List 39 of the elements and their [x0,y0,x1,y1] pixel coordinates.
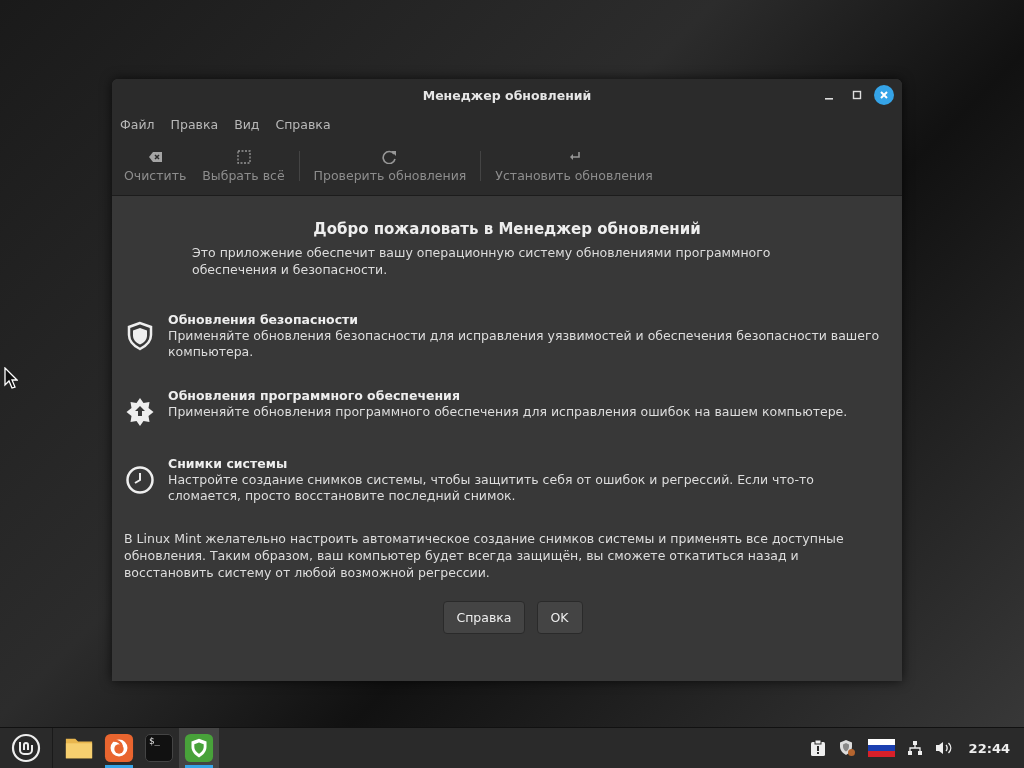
help-button[interactable]: Справка [443,601,525,634]
welcome-heading: Добро пожаловать в Менеджер обновлений [312,220,702,238]
shield-app-icon [184,733,214,763]
intro-text: Это приложение обеспечит вашу операционную систему обновлениями программного обеспечения и безопасности. [192,244,772,278]
feature-title: Обновления программного обеспечения [168,388,461,404]
maximize-icon [852,90,862,100]
menu-item[interactable]: Справка [275,116,331,132]
feature-title: Обновления безопасности [168,312,360,328]
shield-tray-icon [837,739,856,757]
taskbar-app[interactable]: $_ [139,728,179,768]
taskbar-app[interactable] [179,728,219,768]
refresh-icon [382,149,398,164]
network-icon [906,740,923,756]
clock-text[interactable]: 22:44 [968,740,1010,756]
dashed-square-icon [235,149,251,164]
feature-description: Применяйте обновления программного обеспечения для исправления ошибок на вашем компьютере. [168,404,849,420]
menu-button[interactable] [11,733,41,763]
star-badge-icon [124,396,156,428]
feature-description: Применяйте обновления безопасности для исправления уязвимостей и обеспечения безопасности вашего компьютера. [168,328,881,360]
clipboard-alert-icon [809,739,826,757]
volume-icon [934,740,953,756]
clock-icon [124,464,156,496]
mouse-pointer-icon [4,367,18,389]
window-title: Менеджер обновлений [422,87,592,103]
ok-button[interactable]: OK [536,601,583,634]
logo-icon [11,733,41,763]
menu-item[interactable]: Вид [234,116,260,132]
feature-description: Настройте создание снимков системы, чтобы защитить себя от ошибок и регрессий. Если что-то сломается, просто восстановите последний снимок. [168,472,815,504]
menu-item[interactable]: Правка [170,116,219,132]
keyboard-layout-flag-icon [867,739,895,757]
terminal-icon: $_ [145,734,173,762]
backspace-icon [147,149,163,164]
feature-title: Снимки системы [168,456,289,472]
close-icon [879,90,889,100]
note-text: В Linux Mint желательно настроить автоматическое создание снимков системы и применять все доступные обновления. Таким образом, ваш компьютер будет всегда защищён, вы сможете откатиться назад и восстановить систему от любой возможной регрессии. [124,530,845,581]
browser-icon [104,733,134,763]
menu-item[interactable]: Файл [120,116,155,132]
close-button[interactable] [874,85,894,105]
minimize-icon [825,98,833,100]
